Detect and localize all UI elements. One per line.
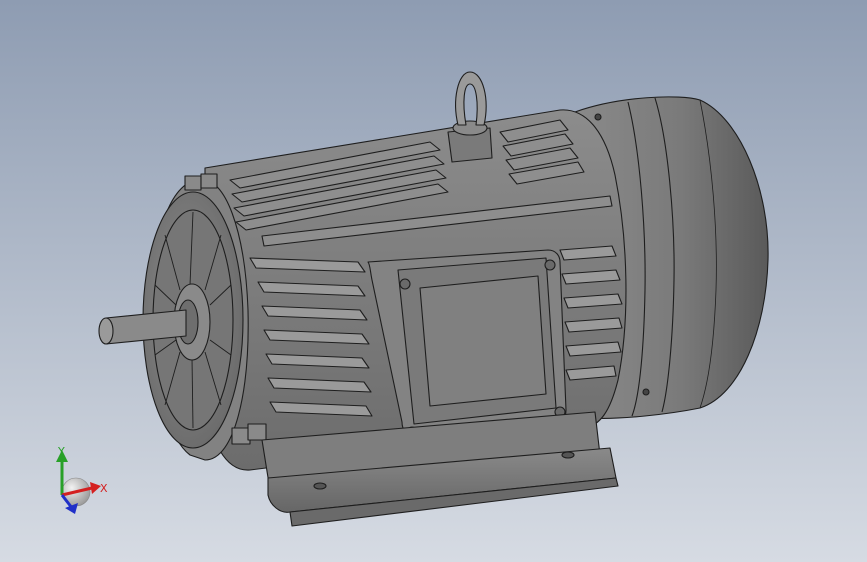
motor-3d-scene[interactable]: Y X bbox=[0, 0, 867, 562]
lug bbox=[200, 173, 218, 189]
lug bbox=[184, 175, 202, 191]
graphics-viewport[interactable]: Y X bbox=[0, 0, 867, 562]
lug bbox=[247, 423, 267, 441]
lug bbox=[231, 427, 251, 445]
fan-cover-bolt bbox=[594, 113, 602, 121]
mounting-hole bbox=[313, 482, 327, 490]
mounting-hole bbox=[561, 451, 575, 459]
fan-cover-bolt bbox=[642, 388, 650, 396]
terminal-box-screw bbox=[544, 259, 556, 271]
triad-x-label: X bbox=[100, 482, 108, 495]
triad-y-label: Y bbox=[57, 445, 65, 458]
terminal-box-screw bbox=[399, 278, 411, 290]
